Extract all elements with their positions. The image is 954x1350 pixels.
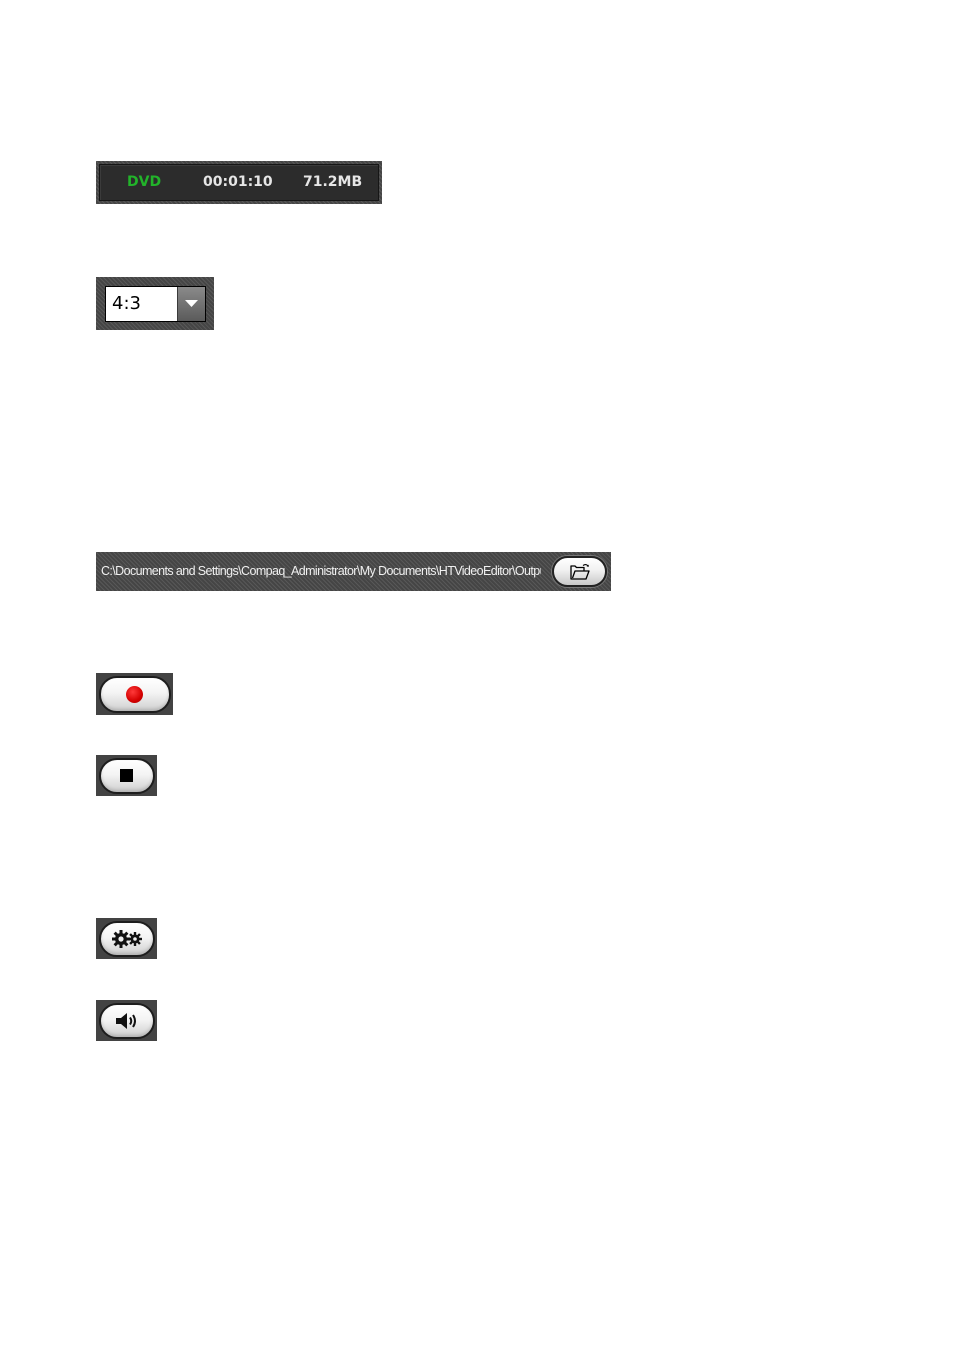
volume-button-frame [96,1000,157,1041]
gear-icon [111,929,142,948]
browse-folder-button[interactable] [552,556,607,587]
aspect-ratio-panel: 4:3 [96,277,214,330]
output-format-label: DVD [127,174,162,190]
aspect-ratio-value: 4:3 [112,293,141,314]
record-button-frame [96,673,173,715]
file-size-label: 71.2MB [303,174,363,190]
record-icon [126,685,143,703]
stop-button[interactable] [98,757,155,794]
volume-button[interactable] [98,1002,155,1039]
settings-button-frame [96,918,157,959]
stop-button-frame [96,755,157,796]
stop-icon [120,769,133,782]
aspect-ratio-select[interactable]: 4:3 [105,286,206,322]
elapsed-time-label: 00:01:10 [203,174,273,190]
speaker-icon [115,1012,136,1029]
chevron-down-icon [185,300,198,307]
dropdown-arrow-button[interactable] [177,287,205,321]
settings-button[interactable] [98,920,155,957]
folder-open-icon [569,563,590,580]
status-display: DVD 00:01:10 71.2MB [99,164,379,201]
record-button[interactable] [98,675,171,713]
output-path-bar: C:\Documents and Settings\Compaq_Adminis… [96,552,611,591]
output-path-field[interactable]: C:\Documents and Settings\Compaq_Adminis… [101,552,541,591]
capture-status-bar: DVD 00:01:10 71.2MB [96,161,382,204]
